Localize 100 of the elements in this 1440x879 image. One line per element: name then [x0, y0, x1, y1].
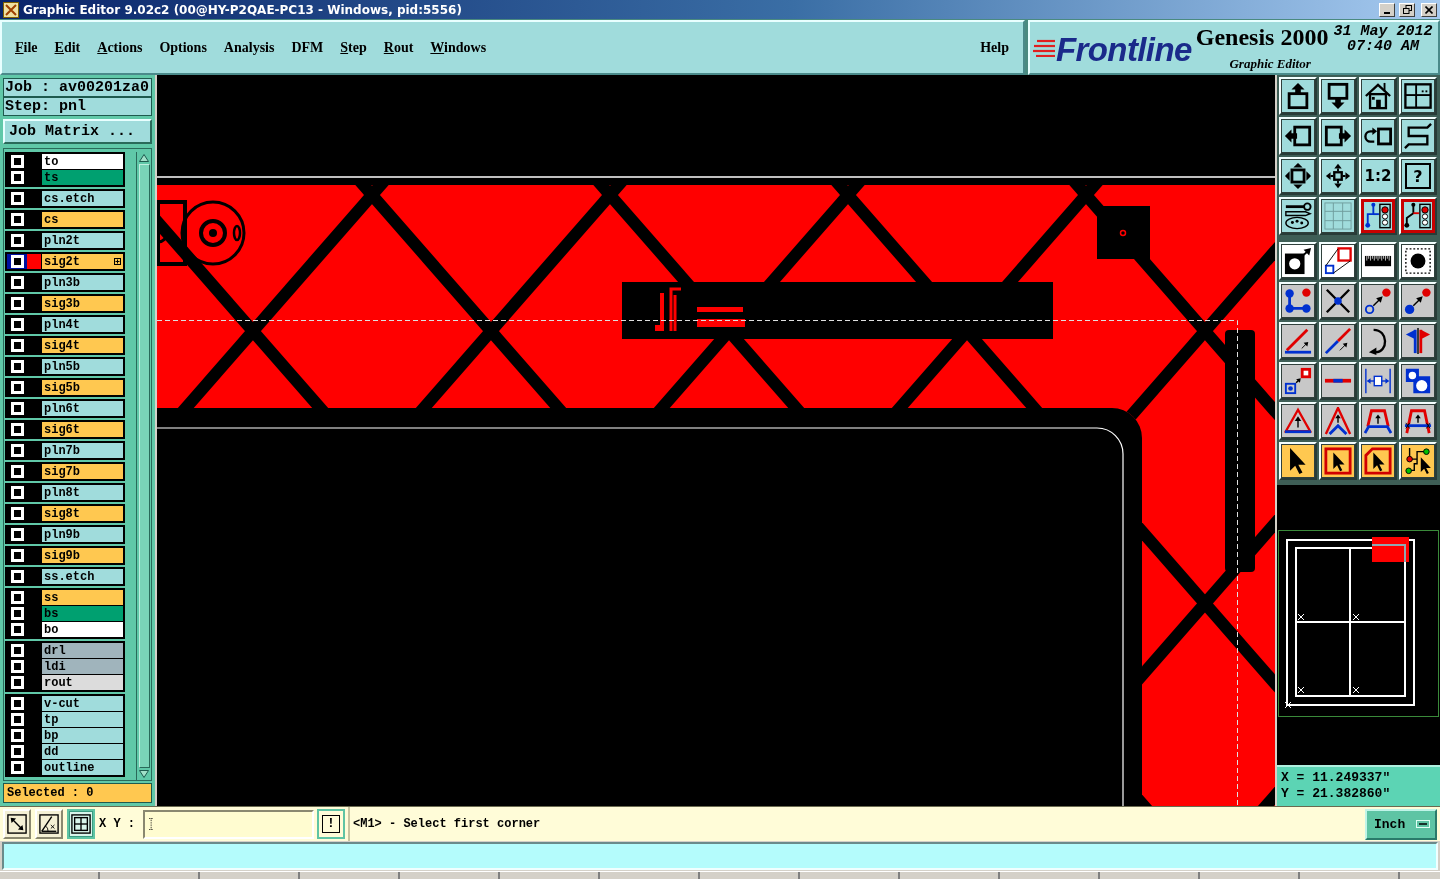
minimize-button[interactable]	[1379, 2, 1395, 17]
close-button[interactable]	[1421, 2, 1437, 17]
tool-button[interactable]	[1359, 282, 1397, 320]
overview-map[interactable]	[1277, 485, 1440, 765]
layer-item[interactable]: to	[42, 154, 123, 169]
coordinate-input[interactable]	[143, 809, 314, 839]
layer-item[interactable]: sig2t	[42, 254, 123, 269]
layer-item[interactable]: pln2t	[42, 233, 123, 248]
tool-button[interactable]	[1319, 77, 1357, 115]
tool-button[interactable]	[1279, 362, 1317, 400]
box-diagonal-arrow-icon	[7, 814, 27, 834]
layer-item[interactable]: outline	[42, 760, 123, 775]
layer-item[interactable]: pln9b	[42, 527, 123, 542]
menu-item[interactable]: File	[15, 37, 38, 58]
tool-button[interactable]	[1279, 442, 1317, 480]
layer-item[interactable]: ldi	[42, 659, 123, 674]
tool-button[interactable]	[1399, 242, 1437, 280]
help-menu[interactable]: Help	[980, 37, 1009, 58]
layer-item[interactable]: tp	[42, 712, 123, 727]
tool-button[interactable]	[1319, 442, 1357, 480]
layer-item[interactable]: sig9b	[42, 548, 123, 563]
tool-button[interactable]	[1399, 117, 1437, 155]
tool-button[interactable]	[1279, 197, 1317, 235]
layer-item[interactable]: sig3b	[42, 296, 123, 311]
layer-item[interactable]: sig5b	[42, 380, 123, 395]
layer-item[interactable]: pln4t	[42, 317, 123, 332]
layer-item[interactable]: sig4t	[42, 338, 123, 353]
tool-button[interactable]	[1359, 77, 1397, 115]
tool-button[interactable]	[1319, 197, 1357, 235]
layer-item[interactable]: ss	[42, 590, 123, 605]
tool-button[interactable]	[1399, 197, 1437, 235]
layer-item[interactable]: sig6t	[42, 422, 123, 437]
menu-item[interactable]: Analysis	[223, 37, 275, 58]
layer-item[interactable]: rout	[42, 675, 123, 690]
menu-item[interactable]: Windows	[430, 37, 487, 58]
tool-button[interactable]	[1399, 77, 1437, 115]
restore-button[interactable]	[1399, 2, 1415, 17]
menu-item[interactable]: Actions	[97, 37, 143, 58]
layer-item[interactable]: cs.etch	[42, 191, 123, 206]
tool-button[interactable]	[1279, 282, 1317, 320]
tool-button[interactable]	[1319, 362, 1357, 400]
layer-item[interactable]: bp	[42, 728, 123, 743]
tool-button[interactable]	[1319, 242, 1357, 280]
tool-button[interactable]	[1399, 282, 1437, 320]
scrollbar[interactable]	[136, 152, 151, 780]
menu-item[interactable]: Step	[340, 37, 367, 58]
tool-button[interactable]: ?	[1399, 157, 1437, 195]
layout-canvas[interactable]	[157, 75, 1275, 806]
layer-item[interactable]: ss.etch	[42, 569, 123, 584]
tool-button[interactable]	[1399, 402, 1437, 440]
layer-item[interactable]: pln8t	[42, 485, 123, 500]
menu-item[interactable]: Options	[159, 37, 207, 58]
layer-item[interactable]: pln6t	[42, 401, 123, 416]
tool-button[interactable]	[1319, 282, 1357, 320]
tool-button[interactable]	[1279, 242, 1317, 280]
job-matrix-button[interactable]: Job Matrix ...	[3, 119, 152, 144]
layer-checkbox[interactable]	[7, 254, 27, 269]
mode-button[interactable]	[67, 809, 95, 839]
tool-button[interactable]	[1279, 402, 1317, 440]
scrollbar-thumb[interactable]	[138, 164, 150, 768]
circle-arrow-icon	[1284, 247, 1312, 275]
layer-item[interactable]: cs	[42, 212, 123, 227]
layer-item[interactable]: v-cut	[42, 696, 123, 711]
layer-item[interactable]: ts	[42, 170, 123, 185]
tool-button[interactable]	[1359, 117, 1397, 155]
tool-button[interactable]	[1359, 242, 1397, 280]
tool-button[interactable]	[1399, 322, 1437, 360]
layer-item[interactable]: bo	[42, 622, 123, 637]
tool-button[interactable]	[1279, 157, 1317, 195]
tool-button[interactable]	[1319, 117, 1357, 155]
units-button[interactable]: Inch	[1365, 808, 1437, 840]
tool-button[interactable]: 1:2	[1359, 157, 1397, 195]
menu-item[interactable]: Rout	[383, 37, 414, 58]
tool-button[interactable]	[1359, 362, 1397, 400]
menu-item[interactable]: DFM	[291, 37, 324, 58]
tool-button[interactable]	[1319, 402, 1357, 440]
tool-button[interactable]	[1279, 117, 1317, 155]
layer-item[interactable]: pln5b	[42, 359, 123, 374]
tool-button[interactable]	[1399, 442, 1437, 480]
tool-button[interactable]	[1279, 77, 1317, 115]
tool-button[interactable]	[1359, 442, 1397, 480]
cross-mark	[1352, 686, 1360, 694]
mirror-flags-icon	[1404, 327, 1432, 355]
menu-item[interactable]: Edit	[54, 37, 81, 58]
layer-item[interactable]: sig7b	[42, 464, 123, 479]
tool-button[interactable]	[1319, 322, 1357, 360]
box-arrows-out-icon	[1284, 162, 1312, 190]
tool-button[interactable]	[1319, 157, 1357, 195]
tool-button[interactable]	[1359, 322, 1397, 360]
tool-button[interactable]	[1279, 322, 1317, 360]
layer-item[interactable]: pln7b	[42, 443, 123, 458]
layer-item[interactable]: drl	[42, 643, 123, 658]
layer-item[interactable]: pln3b	[42, 275, 123, 290]
tool-button[interactable]	[1399, 362, 1437, 400]
tool-button[interactable]	[1359, 197, 1397, 235]
layer-item[interactable]: dd	[42, 744, 123, 759]
layer-item[interactable]: bs	[42, 606, 123, 621]
alert-button[interactable]: !	[317, 809, 345, 839]
tool-button[interactable]	[1359, 402, 1397, 440]
layer-item[interactable]: sig8t	[42, 506, 123, 521]
